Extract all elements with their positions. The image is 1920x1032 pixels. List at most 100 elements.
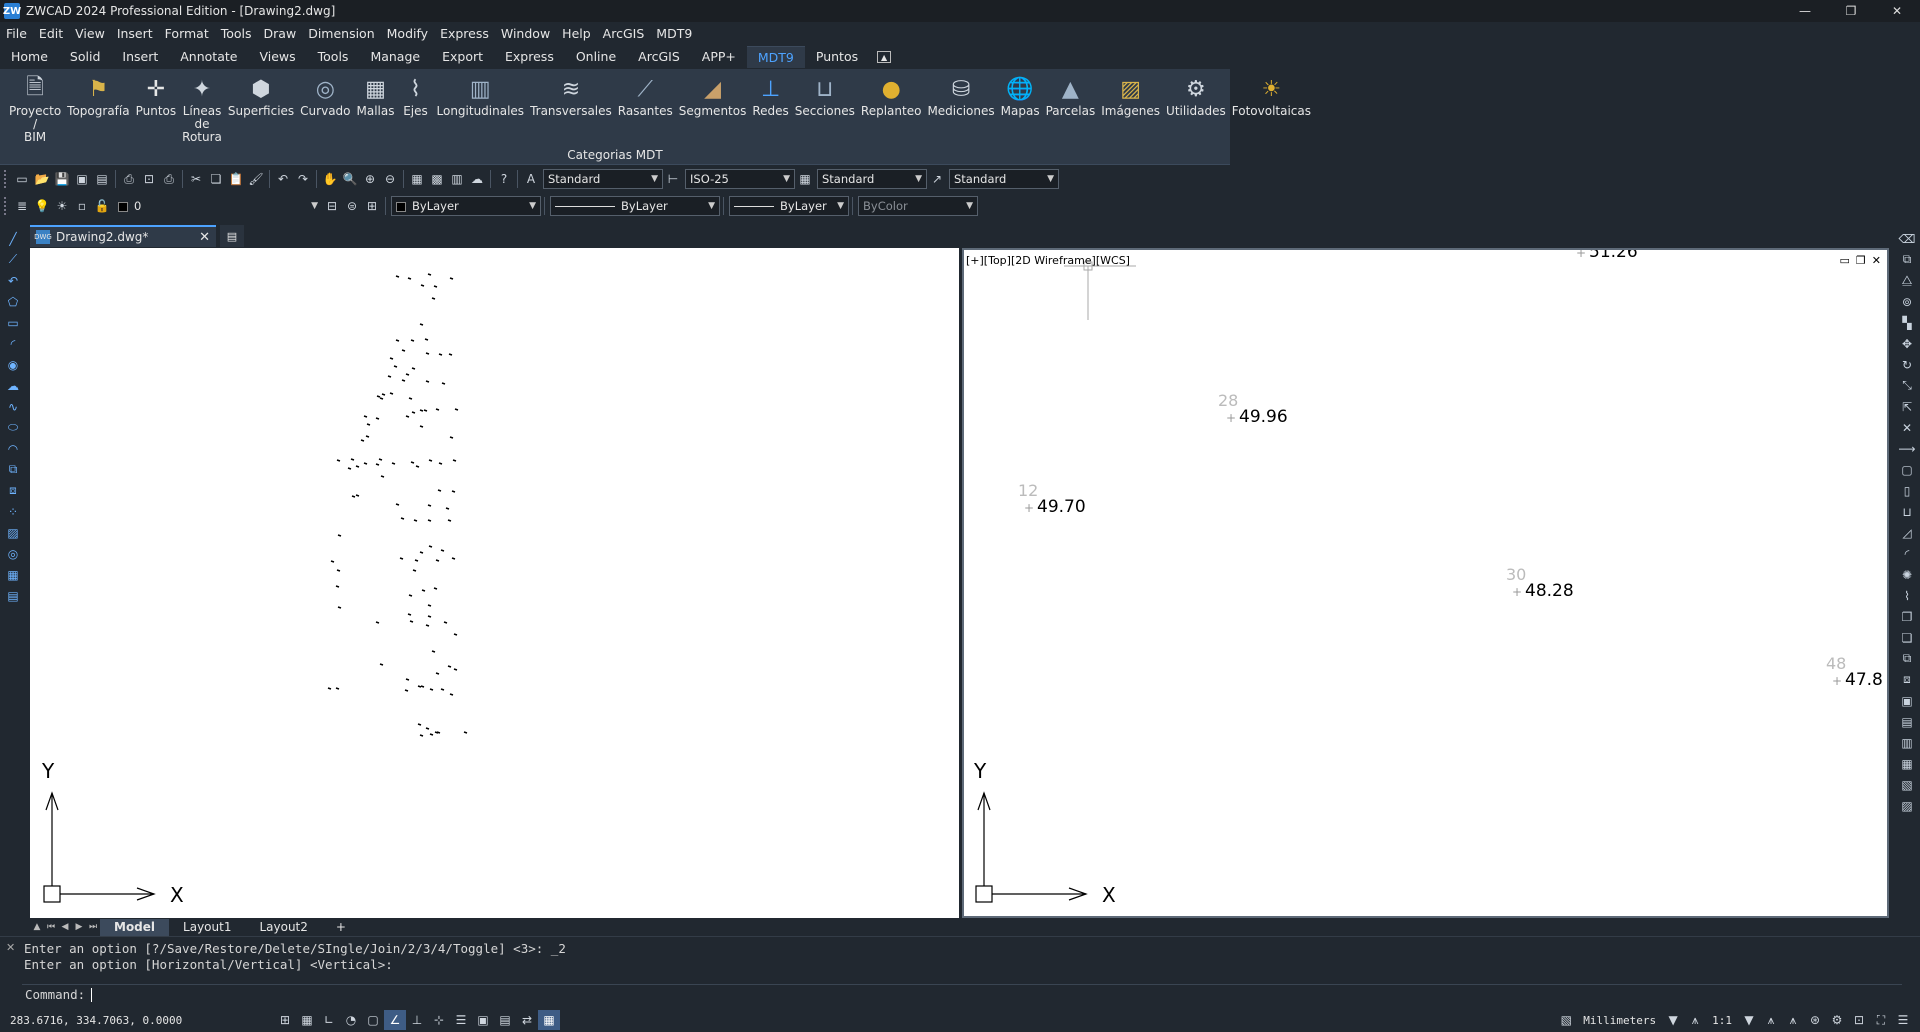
ribbon-tab-online[interactable]: Online	[565, 46, 627, 68]
construction-line-icon[interactable]: ⟋	[3, 249, 23, 270]
isolate-objects-icon[interactable]: ⊡	[1848, 1010, 1870, 1030]
draworder-under-icon[interactable]: ⧈	[1897, 669, 1917, 690]
publish-icon[interactable]: ⎙	[159, 169, 179, 189]
text-to-front-icon[interactable]: ▣	[1897, 690, 1917, 711]
ellipse-arc-icon[interactable]: ◠	[3, 438, 23, 459]
arc-icon[interactable]: ◜	[3, 333, 23, 354]
tab-add-layout[interactable]: +	[322, 919, 360, 936]
redo-icon[interactable]: ↷	[293, 169, 313, 189]
ribbon-button-document[interactable]: 🗎 Proyecto / BIM	[6, 73, 64, 144]
menu-item-file[interactable]: File	[0, 26, 33, 41]
new-tab-icon[interactable]: ▤	[220, 225, 244, 247]
chamfer-icon[interactable]: ◿	[1897, 522, 1917, 543]
layout-next-icon[interactable]: ▶	[72, 922, 86, 932]
settings-gear-icon[interactable]: ⚙	[1826, 1010, 1848, 1030]
tool-palettes-icon[interactable]: ▥	[447, 169, 467, 189]
ribbon-tab-annotate[interactable]: Annotate	[169, 46, 248, 68]
table-style-select[interactable]: Standard ▼	[817, 169, 927, 189]
insert-block-icon[interactable]: ⧉	[3, 459, 23, 480]
auto-scale-icon[interactable]: ⩚	[1782, 1010, 1804, 1030]
survey-point[interactable]: 12 + 49.70	[1018, 481, 1086, 517]
rotate-icon[interactable]: ↻	[1897, 354, 1917, 375]
survey-point[interactable]: 48 + 47.8	[1826, 654, 1883, 690]
offset-icon[interactable]: ⊚	[1897, 291, 1917, 312]
toolbar-grip[interactable]	[4, 170, 8, 188]
close-tab-icon[interactable]: ✕	[199, 230, 210, 245]
polar-tracking-icon[interactable]: ◔	[340, 1010, 362, 1030]
zoom-realtime-icon[interactable]: 🔍	[340, 169, 360, 189]
ribbon-button-surface[interactable]: ⬢ Superficies	[225, 73, 297, 144]
copy-object-icon[interactable]: ⧉	[1897, 249, 1917, 270]
all-annotation-front-icon[interactable]: ▧	[1897, 774, 1917, 795]
layer-previous-icon[interactable]: ⊜	[342, 196, 362, 216]
paste-icon[interactable]: 📋	[226, 169, 246, 189]
ribbon-tab-views[interactable]: Views	[248, 46, 306, 68]
menu-item-window[interactable]: Window	[495, 26, 556, 41]
save-icon[interactable]: 💾	[52, 169, 72, 189]
close-button[interactable]: ✕	[1874, 0, 1920, 22]
viewport-maximize-icon[interactable]: ❐	[1856, 254, 1866, 267]
ribbon-tab-arcgis[interactable]: ArcGIS	[627, 46, 691, 68]
viewport-close-icon[interactable]: ✕	[1872, 254, 1881, 267]
transparency-icon[interactable]: ▣	[472, 1010, 494, 1030]
menu-item-help[interactable]: Help	[556, 26, 597, 41]
menu-item-express[interactable]: Express	[434, 26, 495, 41]
cut-icon[interactable]: ✂	[186, 169, 206, 189]
move-icon[interactable]: ✥	[1897, 333, 1917, 354]
model-space-icon[interactable]: ▧	[1555, 1010, 1577, 1030]
help-icon[interactable]: ?	[494, 169, 514, 189]
viewport-minimize-icon[interactable]: ▭	[1840, 254, 1850, 267]
linetype-select[interactable]: ByLayer ▼	[550, 196, 720, 216]
ribbon-button-gears[interactable]: ⚙ Utilidades	[1163, 73, 1229, 144]
save-as-icon[interactable]: ▣	[72, 169, 92, 189]
region-icon[interactable]: ◎	[3, 543, 23, 564]
ribbon-button-cross-sections[interactable]: ≋ Transversales	[527, 73, 615, 144]
design-center-icon[interactable]: ▩	[427, 169, 447, 189]
ribbon-button-grade-line[interactable]: ⟋ Rasantes	[615, 73, 676, 144]
ellipse-icon[interactable]: ⬭	[3, 417, 23, 438]
zoom-previous-icon[interactable]: ⊖	[380, 169, 400, 189]
menu-item-mdt9[interactable]: MDT9	[650, 26, 698, 41]
ribbon-button-measurements[interactable]: ⛁ Mediciones	[924, 73, 997, 144]
tab-model[interactable]: Model	[100, 918, 170, 936]
ribbon-tab-app[interactable]: APP+	[691, 46, 747, 68]
draworder-back-icon[interactable]: ❏	[1897, 627, 1917, 648]
dims-to-front-icon[interactable]: ▤	[1897, 711, 1917, 732]
draworder-above-icon[interactable]: ⧉	[1897, 648, 1917, 669]
doc-tab-drawing2[interactable]: DWG Drawing2.dwg* ✕	[30, 225, 216, 247]
ribbon-tab-puntos[interactable]: Puntos	[805, 46, 869, 68]
annotation-scale-value[interactable]: 1:1	[1712, 1014, 1732, 1027]
mirror-icon[interactable]: ⧋	[1897, 270, 1917, 291]
tab-layout1[interactable]: Layout1	[169, 919, 245, 936]
layer-select[interactable]: 0 ▼	[114, 196, 322, 216]
ribbon-tab-home[interactable]: Home	[0, 46, 59, 68]
ribbon-button-breaklines[interactable]: ✦ Líneas de Rotura	[179, 73, 225, 144]
menu-item-format[interactable]: Format	[159, 26, 215, 41]
properties-icon[interactable]: ▦	[407, 169, 427, 189]
menu-item-view[interactable]: View	[69, 26, 111, 41]
layout-first-icon[interactable]: ⏮	[44, 922, 58, 932]
viewport-right[interactable]: + 51.26 28 + 49.96 12 + 49.70 30 + 48.28…	[962, 242, 1889, 918]
dynamic-ucs-icon[interactable]: ⊥	[406, 1010, 428, 1030]
ribbon-tab-solid[interactable]: Solid	[59, 46, 111, 68]
ribbon-button-solar-panel[interactable]: ☀ Fotovoltaicas	[1229, 73, 1314, 144]
ribbon-button-survey-tripod[interactable]: ⚑ Topografía	[64, 73, 132, 144]
scale-icon[interactable]: ⤡	[1897, 375, 1917, 396]
tab-layout2[interactable]: Layout2	[245, 919, 321, 936]
survey-point[interactable]: 28 + 49.96	[1218, 391, 1288, 427]
drawing-canvas-right[interactable]: + 51.26 28 + 49.96 12 + 49.70 30 + 48.28…	[964, 242, 1887, 916]
menu-item-arcgis[interactable]: ArcGIS	[597, 26, 651, 41]
stretch-icon[interactable]: ⇱	[1897, 396, 1917, 417]
print-icon[interactable]: ⎙	[119, 169, 139, 189]
viewport-controls-label[interactable]: [+][Top][2D Wireframe][WCS]	[966, 254, 1130, 267]
ribbon-button-sections[interactable]: ⊔ Secciones	[792, 73, 858, 144]
customization-menu-icon[interactable]: ☰	[1892, 1010, 1914, 1030]
polygon-icon[interactable]: ⬠	[3, 291, 23, 312]
survey-point[interactable]: 30 + 48.28	[1506, 565, 1574, 601]
multileader-style-select[interactable]: Standard ▼	[949, 169, 1059, 189]
menu-item-draw[interactable]: Draw	[258, 26, 303, 41]
text-style-select[interactable]: Standard ▼	[543, 169, 663, 189]
make-block-icon[interactable]: ⧈	[3, 480, 23, 501]
units-select[interactable]: Millimeters	[1583, 1014, 1656, 1027]
restore-button[interactable]: ❐	[1828, 0, 1874, 22]
